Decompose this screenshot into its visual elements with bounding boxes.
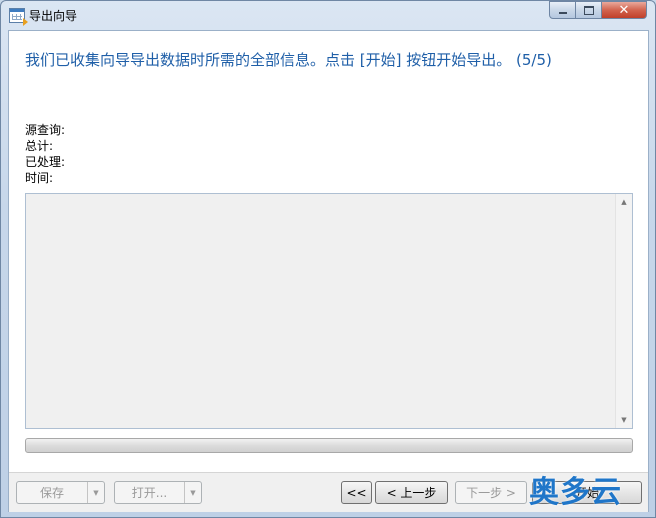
save-button-label: 保存 (39, 486, 64, 500)
save-button[interactable]: 保存 ▼ (16, 481, 105, 504)
maximize-icon (583, 5, 594, 15)
next-button[interactable]: 下一步 > (455, 481, 527, 504)
scroll-down-icon[interactable]: ▼ (616, 412, 632, 428)
scroll-up-icon[interactable]: ▲ (616, 194, 632, 210)
wizard-content: 我们已收集向导导出数据时所需的全部信息。点击 [开始] 按钮开始导出。 (5/5… (8, 30, 649, 512)
export-wizard-icon (9, 8, 28, 26)
open-button-label: 打开... (131, 486, 168, 500)
open-button[interactable]: 打开... ▼ (114, 481, 202, 504)
minimize-button[interactable] (549, 1, 576, 19)
maximize-button[interactable] (576, 1, 602, 19)
log-scrollbar[interactable]: ▲ ▼ (615, 194, 632, 428)
export-info: 源查询: 总计: 已处理: 时间: (25, 122, 65, 186)
previous-button[interactable]: < 上一步 (375, 481, 448, 504)
export-log-textarea[interactable]: ▲ ▼ (25, 193, 633, 429)
caption-buttons: ✕ (549, 1, 647, 20)
processed-label: 已处理: (25, 155, 66, 169)
minimize-icon (558, 12, 567, 14)
title-bar[interactable]: 导出向导 ✕ (1, 1, 655, 29)
watermark-logo: 奥多云 (529, 475, 622, 510)
chevron-down-icon[interactable]: ▼ (184, 482, 201, 503)
first-step-button[interactable]: << (341, 481, 372, 504)
close-button[interactable]: ✕ (602, 1, 647, 19)
export-wizard-window: 导出向导 ✕ 我们已收集向导导出数据时所需的全部信息。点击 [开始] 按钮开始导… (0, 0, 656, 518)
time-label: 时间: (25, 171, 54, 185)
close-icon: ✕ (618, 2, 630, 18)
step-heading: 我们已收集向导导出数据时所需的全部信息。点击 [开始] 按钮开始导出。 (5/5… (25, 51, 552, 69)
export-progress-bar (25, 438, 633, 453)
total-label: 总计: (25, 139, 54, 153)
chevron-down-icon[interactable]: ▼ (87, 482, 104, 503)
source-query-label: 源查询: (25, 123, 66, 137)
window-title: 导出向导 (29, 9, 78, 23)
